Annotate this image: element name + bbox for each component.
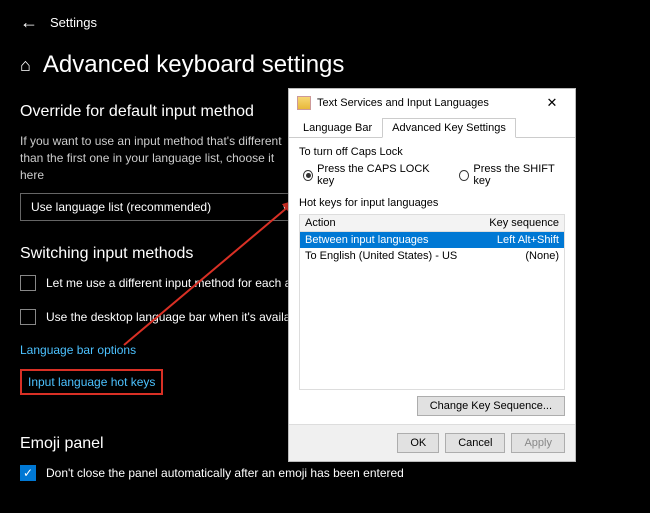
checkbox-emoji-autoclose[interactable]: ✓: [20, 465, 36, 481]
row-key: Left Alt+Shift: [479, 234, 559, 246]
list-row[interactable]: Between input languages Left Alt+Shift: [300, 232, 564, 248]
hotkeys-label: Hot keys for input languages: [299, 197, 565, 209]
apply-button[interactable]: Apply: [511, 433, 565, 453]
close-button[interactable]: ✕: [537, 95, 567, 111]
tab-advanced-key-settings[interactable]: Advanced Key Settings: [382, 118, 516, 138]
radio-shift[interactable]: [459, 170, 469, 181]
capslock-label: To turn off Caps Lock: [299, 146, 565, 158]
settings-label: Settings: [50, 15, 97, 30]
link-input-language-hotkeys[interactable]: Input language hot keys: [20, 369, 163, 395]
text-services-dialog: Text Services and Input Languages ✕ Lang…: [288, 88, 576, 462]
back-button[interactable]: ←: [20, 12, 38, 33]
checkbox-per-window[interactable]: [20, 275, 36, 291]
tab-language-bar[interactable]: Language Bar: [293, 118, 382, 138]
list-row[interactable]: To English (United States) - US (None): [300, 248, 564, 264]
home-icon[interactable]: ⌂: [20, 55, 31, 76]
cancel-button[interactable]: Cancel: [445, 433, 505, 453]
col-action: Action: [305, 217, 479, 229]
override-desc: If you want to use an input method that'…: [20, 133, 300, 183]
change-key-sequence-button[interactable]: Change Key Sequence...: [417, 396, 565, 416]
dialog-icon: [297, 96, 311, 110]
page-title: Advanced keyboard settings: [43, 51, 345, 79]
ok-button[interactable]: OK: [397, 433, 439, 453]
radio-capslock-label: Press the CAPS LOCK key: [317, 163, 437, 187]
override-dropdown[interactable]: Use language list (recommended) ∨: [20, 193, 300, 221]
row-key: (None): [479, 250, 559, 262]
checkbox-emoji-autoclose-label: Don't close the panel automatically afte…: [46, 466, 404, 480]
col-key: Key sequence: [479, 217, 559, 229]
hotkeys-list[interactable]: Between input languages Left Alt+Shift T…: [299, 232, 565, 390]
dropdown-value: Use language list (recommended): [31, 200, 211, 214]
radio-capslock[interactable]: [303, 170, 313, 181]
row-action: Between input languages: [305, 234, 479, 246]
dialog-title: Text Services and Input Languages: [317, 97, 531, 109]
checkbox-desktop-bar[interactable]: [20, 309, 36, 325]
radio-shift-label: Press the SHIFT key: [473, 163, 565, 187]
checkbox-desktop-bar-label: Use the desktop language bar when it's a…: [46, 310, 306, 324]
row-action: To English (United States) - US: [305, 250, 479, 262]
